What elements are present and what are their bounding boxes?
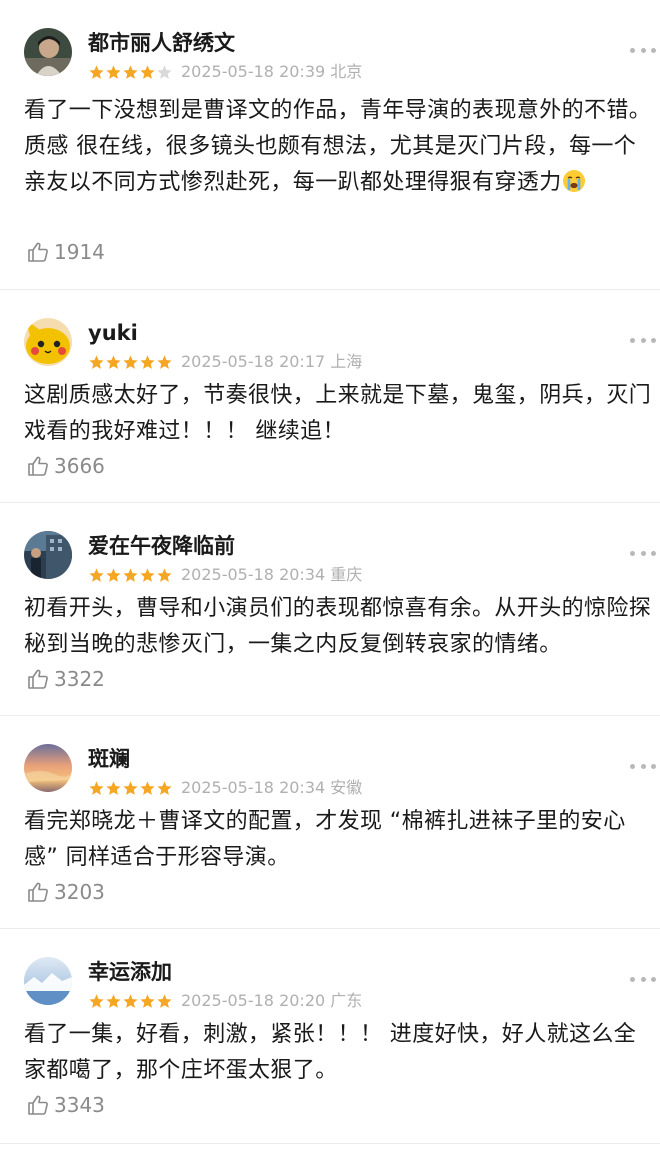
star-icon [89,780,104,795]
like-count: 3666 [54,454,105,478]
review-location: 安徽 [330,778,363,797]
star-icon [140,780,155,795]
review-content: 这剧质感太好了，节奏很快，上来就是下墓，鬼玺，阴兵，灭门戏看的我好难过！！！ 继… [24,383,652,444]
review-item: 斑斓 2025-05-18 20:34 安徽 看完郑晓龙＋曹译文的配置，才发现 “… [0,716,660,929]
star-icon [89,354,104,369]
avatar[interactable] [24,531,72,579]
star-rating [88,993,173,1010]
avatar[interactable] [24,957,72,1005]
star-icon [140,567,155,582]
star-icon [106,64,121,79]
like-count: 3343 [54,1093,105,1117]
more-dots-icon[interactable] [630,549,656,557]
star-rating [88,354,173,371]
star-icon [106,780,121,795]
review-list: 都市丽人舒绣文 2025-05-18 20:39 北京 看了一下没想到是曹译文的作… [0,0,660,1144]
review-date: 2025-05-18 20:34 安徽 [181,778,363,797]
star-icon [157,64,172,79]
like-button[interactable]: 3666 [26,453,105,479]
review-location: 北京 [330,62,363,81]
review-date: 2025-05-18 20:20 广东 [181,991,363,1010]
star-rating [88,64,173,81]
review-date: 2025-05-18 20:17 上海 [181,352,363,371]
review-content: 看了一集，好看，刺激，紧张！！！ 进度好快，好人就这么全家都噶了，那个庄坏蛋太狠… [24,1022,637,1083]
star-icon [106,567,121,582]
thumbs-up-icon [28,242,48,262]
review-meta: 2025-05-18 20:39 北京 [88,62,362,82]
more-dots-icon[interactable] [630,975,656,983]
star-icon [140,993,155,1008]
star-icon [157,354,172,369]
like-count: 3322 [54,667,105,691]
review-location: 广东 [330,991,363,1010]
avatar[interactable] [24,318,72,366]
like-button[interactable]: 3343 [26,1092,105,1118]
star-icon [140,354,155,369]
star-icon [106,354,121,369]
username[interactable]: yuki [88,319,138,347]
star-icon [106,993,121,1008]
star-icon [157,780,172,795]
review-meta: 2025-05-18 20:20 广东 [88,991,362,1011]
review-content: 看了一下没想到是曹译文的作品，青年导演的表现意外的不错。质感 很在线，很多镜头也… [24,98,652,195]
review-item: 幸运添加 2025-05-18 20:20 广东 看了一集，好看，刺激，紧张！！！… [0,929,660,1144]
more-dots-icon[interactable] [630,46,656,54]
thumbs-up-icon [28,669,48,689]
more-dots-icon[interactable] [630,336,656,344]
avatar[interactable] [24,744,72,792]
star-icon [123,64,138,79]
review-meta: 2025-05-18 20:34 安徽 [88,778,362,798]
review-location: 上海 [330,352,363,371]
review-item: 都市丽人舒绣文 2025-05-18 20:39 北京 看了一下没想到是曹译文的作… [0,0,660,290]
username[interactable]: 都市丽人舒绣文 [88,29,235,57]
like-button[interactable]: 3322 [26,666,105,692]
thumbs-up-icon [28,1095,48,1115]
star-icon [89,993,104,1008]
like-count: 3203 [54,880,105,904]
star-icon [123,993,138,1008]
review-date: 2025-05-18 20:34 重庆 [181,565,363,584]
avatar[interactable] [24,28,72,76]
star-rating [88,567,173,584]
thumbs-up-icon [28,456,48,476]
review-item: 爱在午夜降临前 2025-05-18 20:34 重庆 初看开头，曹导和小演员们的… [0,503,660,716]
crying-face-emoji [562,170,585,192]
star-icon [157,993,172,1008]
review-meta: 2025-05-18 20:17 上海 [88,352,362,372]
username[interactable]: 斑斓 [88,745,130,773]
star-icon [123,354,138,369]
review-content: 初看开头，曹导和小演员们的表现都惊喜有余。从开头的惊险探秘到当晚的悲惨灭门，一集… [24,596,652,657]
username[interactable]: 幸运添加 [88,958,172,986]
star-icon [157,567,172,582]
star-icon [89,64,104,79]
like-button[interactable]: 3203 [26,879,105,905]
review-item: yuki 2025-05-18 20:17 上海 这剧质感太好了，节奏很快，上来就… [0,290,660,503]
thumbs-up-icon [28,882,48,902]
star-icon [89,567,104,582]
star-rating [88,780,173,797]
star-icon [123,567,138,582]
review-meta: 2025-05-18 20:34 重庆 [88,565,362,585]
review-location: 重庆 [330,565,363,584]
username[interactable]: 爱在午夜降临前 [88,532,235,560]
review-date: 2025-05-18 20:39 北京 [181,62,363,81]
more-dots-icon[interactable] [630,762,656,770]
like-button[interactable]: 1914 [26,239,105,265]
star-icon [140,64,155,79]
like-count: 1914 [54,240,105,264]
review-content: 看完郑晓龙＋曹译文的配置，才发现 “棉裤扎进袜子里的安心感” 同样适合于形容导演… [24,809,626,870]
star-icon [123,780,138,795]
